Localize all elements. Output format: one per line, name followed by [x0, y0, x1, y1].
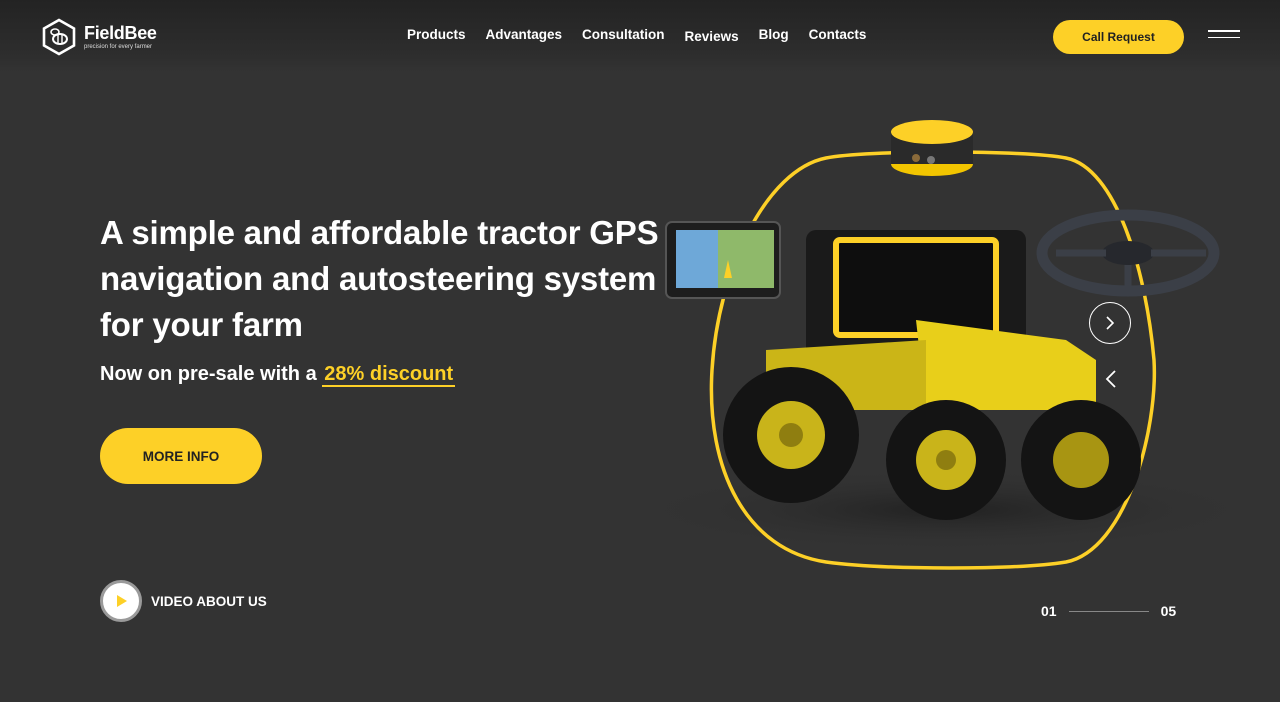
steering-wheel-icon: [1036, 209, 1220, 297]
gps-receiver-icon: [891, 120, 973, 176]
display-tablet-icon: [665, 221, 781, 299]
video-label: VIDEO ABOUT US: [151, 593, 267, 609]
logo-tagline: precision for every farmer: [84, 44, 153, 50]
logo[interactable]: FieldBee precision for every farmer: [40, 18, 157, 56]
slider-prev-button[interactable]: [1100, 368, 1122, 390]
hero-headline: A simple and affordable tractor GPS navi…: [100, 214, 659, 343]
chevron-left-icon: [1105, 370, 1116, 388]
total-slides: 05: [1160, 603, 1177, 619]
current-slide: 01: [1041, 603, 1057, 619]
more-info-button[interactable]: MORE INFO: [100, 428, 262, 484]
main-nav: Products Advantages Consultation Reviews…: [407, 27, 886, 44]
tractor-icon: [723, 230, 1141, 520]
nav-blog[interactable]: Blog: [759, 27, 789, 42]
call-request-button[interactable]: Call Request: [1053, 20, 1184, 54]
nav-consultation[interactable]: Consultation: [582, 27, 665, 42]
slider-next-button[interactable]: [1089, 302, 1131, 344]
nav-reviews[interactable]: Reviews: [685, 29, 739, 44]
tractor-product-illustration: [626, 120, 1266, 570]
slide-pager: 01 05: [1041, 603, 1176, 619]
nav-contacts[interactable]: Contacts: [809, 27, 867, 42]
video-link[interactable]: VIDEO ABOUT US: [100, 580, 267, 622]
play-icon: [117, 595, 127, 607]
chevron-right-icon: [1106, 316, 1115, 330]
discount-link[interactable]: 28% discount: [322, 363, 456, 387]
bee-logo-icon: [42, 18, 76, 56]
logo-name: FieldBee: [84, 23, 157, 43]
hamburger-icon[interactable]: [1208, 30, 1240, 44]
pager-line: [1068, 610, 1149, 612]
hero-subline: Now on pre-sale with a 28% discount: [100, 363, 456, 387]
nav-products[interactable]: Products: [407, 27, 466, 42]
nav-advantages[interactable]: Advantages: [486, 27, 563, 42]
subline-text: Now on pre-sale with a: [100, 363, 317, 385]
play-button[interactable]: [100, 580, 142, 622]
